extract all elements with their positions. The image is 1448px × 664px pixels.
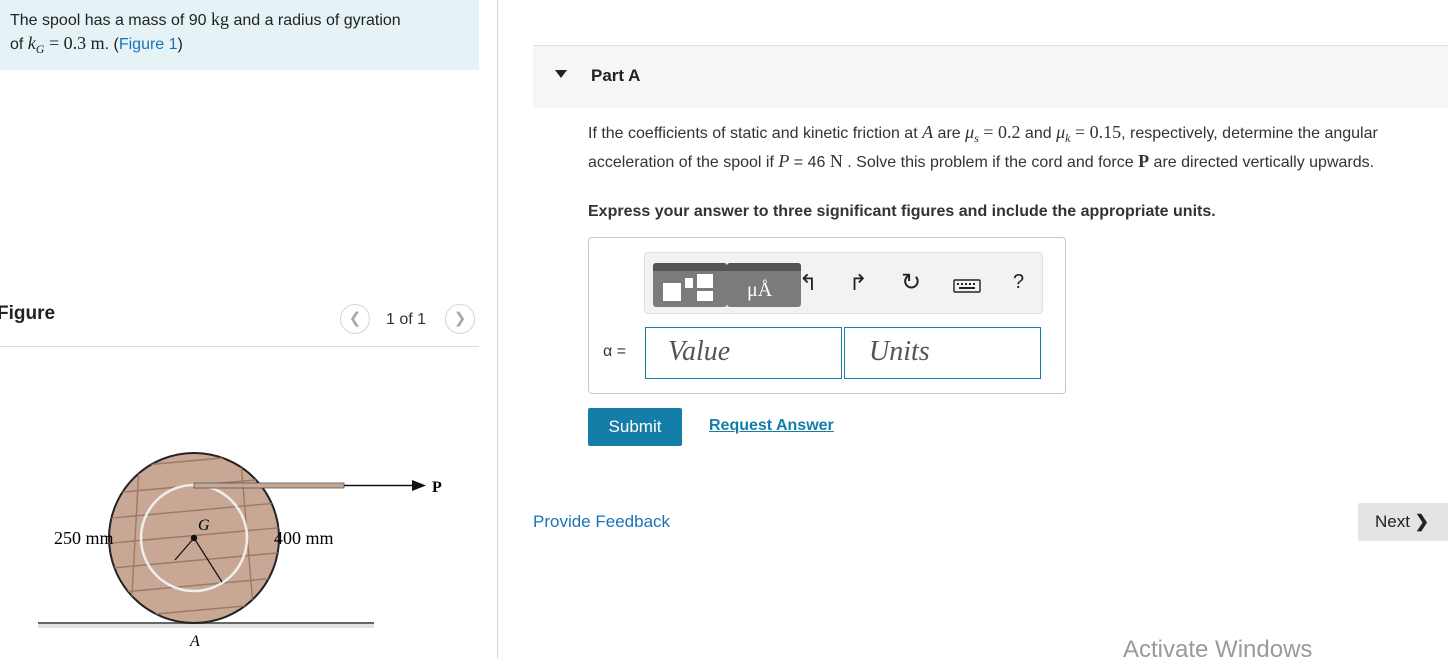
q-text-5: . Solve this problem if the cord and for…	[842, 154, 1139, 172]
force-label: P	[432, 479, 442, 496]
part-a-label: Part A	[591, 66, 641, 85]
next-button[interactable]: Next ❯	[1358, 503, 1448, 541]
q-text: If the coefficients of static and kineti…	[588, 125, 923, 142]
answer-instruction: Express your answer to three significant…	[588, 203, 1216, 220]
cord	[193, 482, 345, 489]
undo-icon[interactable]: ↰	[799, 270, 817, 296]
problem-statement: The spool has a mass of 90 kg and a radi…	[10, 8, 401, 61]
keyboard-icon[interactable]	[953, 279, 981, 293]
q-text-3: and	[1020, 125, 1057, 142]
intro-text-2: and a radius of gyration	[229, 12, 401, 29]
contact-label: A	[189, 633, 200, 650]
collapse-caret-icon[interactable]	[555, 70, 567, 78]
next-label: Next	[1375, 512, 1410, 531]
mu-k-value: = 0.15	[1070, 122, 1122, 142]
ground-hatch	[38, 624, 374, 628]
units-button[interactable]: μÅ	[727, 263, 801, 307]
left-panel: The spool has a mass of 90 kg and a radi…	[0, 0, 498, 659]
figure-prev-button[interactable]: ❮	[340, 304, 370, 334]
p-symbol: P	[778, 151, 790, 172]
mass-unit: kg	[211, 9, 229, 29]
templates-icon	[663, 274, 713, 301]
provide-feedback-link[interactable]: Provide Feedback	[533, 512, 670, 532]
math-toolbar: μÅ ↰ ↱ ↻ ?	[644, 252, 1043, 314]
p-unit: N	[829, 151, 843, 172]
help-button[interactable]: ?	[1013, 271, 1024, 294]
force-arrowhead	[412, 480, 426, 491]
figure-divider	[0, 346, 479, 347]
q-text-6: are directed vertically upwards.	[1149, 154, 1375, 172]
submit-button[interactable]: Submit	[588, 408, 682, 446]
variable-label: α =	[603, 343, 627, 360]
p-value: = 46	[789, 154, 830, 172]
figure-counter: 1 of 1	[386, 311, 427, 328]
templates-button[interactable]	[653, 263, 727, 307]
value-input[interactable]: Value	[645, 327, 842, 379]
mu-s-value: = 0.2	[978, 122, 1021, 142]
kg-value: = 0.3 m	[44, 33, 105, 53]
figure-title: Figure	[0, 303, 56, 324]
kg-symbol: k	[27, 33, 36, 53]
figure-link[interactable]: Figure 1	[119, 36, 178, 53]
units-mu-angstrom-icon: μÅ	[747, 279, 773, 301]
activate-windows-watermark: Activate Windows	[1123, 636, 1313, 663]
intro-text-3: of	[10, 36, 28, 53]
intro-text-5: )	[177, 36, 183, 53]
dim-250: 250 mm	[54, 528, 114, 548]
center-label: G	[198, 517, 210, 534]
q-text-2: are	[933, 125, 966, 142]
units-input[interactable]: Units	[844, 327, 1041, 379]
part-a-header[interactable]	[533, 45, 1448, 108]
intro-text-4: . (	[104, 36, 119, 53]
redo-icon[interactable]: ↱	[849, 270, 867, 296]
dim-400: 400 mm	[274, 528, 334, 548]
mu-k-symbol: μ	[1056, 122, 1066, 142]
chevron-right-icon: ❯	[1414, 512, 1429, 531]
chevron-left-icon: ❮	[348, 310, 362, 327]
question-text: If the coefficients of static and kineti…	[588, 121, 1443, 174]
reset-icon[interactable]: ↻	[901, 268, 921, 297]
p-bold: P	[1138, 151, 1150, 172]
spool-figure: P G 250 mm 400 mm A	[38, 452, 442, 650]
problem-intro: The spool has a mass of 90 kg and a radi…	[0, 0, 479, 70]
intro-text: The spool has a mass of 90	[10, 12, 211, 29]
mu-s-symbol: μ	[965, 122, 975, 142]
point-a: A	[922, 122, 934, 142]
chevron-right-icon: ❯	[453, 310, 467, 327]
figure-next-button[interactable]: ❯	[445, 304, 475, 334]
request-answer-link[interactable]: Request Answer	[709, 417, 834, 435]
